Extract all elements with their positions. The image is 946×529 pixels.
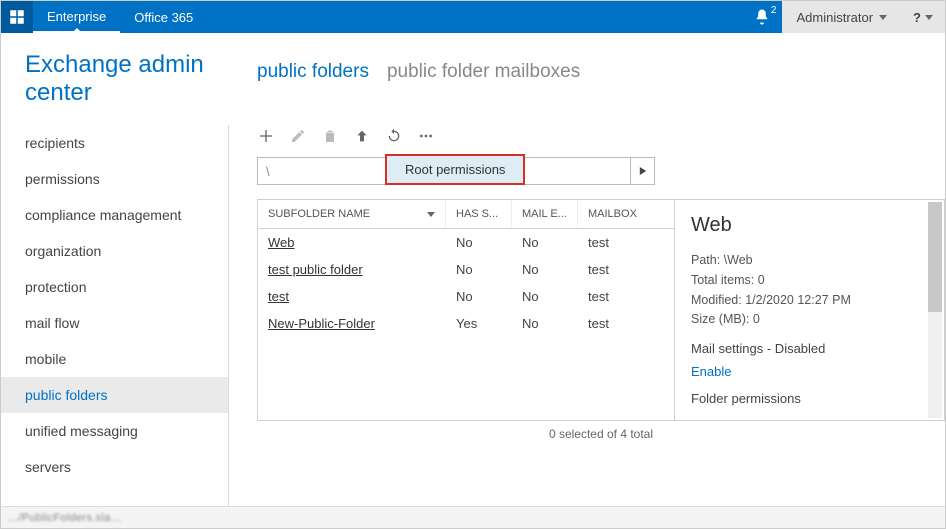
trash-icon	[322, 128, 338, 144]
delete-button[interactable]	[321, 127, 339, 145]
details-title: Web	[691, 214, 928, 237]
sidebar-item-protection[interactable]: protection	[1, 269, 228, 305]
details-pane: Web Path: \Web Total items: 0 Modified: …	[674, 200, 944, 420]
up-button[interactable]	[353, 127, 371, 145]
root-permissions-tooltip[interactable]: Root permissions	[385, 154, 525, 185]
notification-count: 2	[771, 5, 777, 16]
tab-mailboxes[interactable]: public folder mailboxes	[387, 61, 580, 83]
folder-link[interactable]: New-Public-Folder	[268, 316, 375, 331]
sidebar-item-mailflow[interactable]: mail flow	[1, 305, 228, 341]
office-logo-icon[interactable]	[1, 1, 33, 33]
sidebar-item-compliance[interactable]: compliance management	[1, 197, 228, 233]
tabs: public folders public folder mailboxes	[257, 33, 945, 83]
table-row[interactable]: test public folder No No test	[258, 256, 674, 283]
topnav-office365[interactable]: Office 365	[120, 1, 207, 33]
enable-link[interactable]: Enable	[691, 364, 928, 379]
refresh-button[interactable]	[385, 127, 403, 145]
col-mail[interactable]: MAIL E...	[512, 200, 578, 228]
main: public folders public folder mailboxes \…	[229, 33, 945, 506]
table-row[interactable]: New-Public-Folder Yes No test	[258, 310, 674, 337]
details-meta: Path: \Web Total items: 0 Modified: 1/2/…	[691, 251, 928, 329]
pencil-icon	[290, 128, 306, 144]
col-mailbox[interactable]: MAILBOX	[578, 200, 668, 228]
scrollbar-thumb[interactable]	[928, 202, 942, 312]
sidebar-item-permissions[interactable]: permissions	[1, 161, 228, 197]
play-icon	[639, 166, 647, 176]
sidebar-item-mobile[interactable]: mobile	[1, 341, 228, 377]
help-menu[interactable]: ?	[901, 1, 945, 33]
chevron-down-icon	[879, 15, 887, 20]
status-bar: …/PublicFolders.sla…	[1, 506, 945, 528]
content: Exchange admin center recipients permiss…	[1, 33, 945, 506]
grid: SUBFOLDER NAME HAS S... MAIL E... MAILBO…	[258, 200, 674, 420]
more-button[interactable]	[417, 127, 435, 145]
selection-count: 0 selected of 4 total	[257, 421, 945, 447]
folder-link[interactable]: test	[268, 289, 289, 304]
path-next-button[interactable]	[630, 158, 654, 184]
sidebar: recipients permissions compliance manage…	[1, 125, 229, 506]
bell-icon	[753, 8, 771, 26]
toolbar	[257, 127, 945, 145]
sidebar-item-recipients[interactable]: recipients	[1, 125, 228, 161]
grid-body: Web No No test test public folder No No …	[258, 229, 674, 337]
add-button[interactable]	[257, 127, 275, 145]
sidebar-item-servers[interactable]: servers	[1, 449, 228, 485]
folder-link[interactable]: Web	[268, 235, 295, 250]
status-url: …/PublicFolders.sla…	[7, 512, 122, 524]
sidebar-item-publicfolders[interactable]: public folders	[1, 377, 228, 413]
topbar-right: 2 Administrator ?	[742, 1, 945, 33]
mail-settings: Mail settings - Disabled	[691, 341, 928, 356]
path-bar-wrap: \ Root permissions	[257, 157, 945, 185]
refresh-icon	[386, 128, 402, 144]
ellipsis-icon	[418, 128, 434, 144]
help-label: ?	[913, 10, 921, 25]
sort-caret-icon	[427, 212, 435, 217]
topbar-left: Enterprise Office 365	[1, 1, 207, 33]
edit-button[interactable]	[289, 127, 307, 145]
grid-header: SUBFOLDER NAME HAS S... MAIL E... MAILBO…	[258, 200, 674, 229]
left-column: Exchange admin center recipients permiss…	[1, 33, 229, 506]
col-subfolder[interactable]: SUBFOLDER NAME	[258, 200, 446, 228]
page-title: Exchange admin center	[1, 33, 229, 125]
col-has[interactable]: HAS S...	[446, 200, 512, 228]
user-menu[interactable]: Administrator	[782, 1, 901, 33]
arrow-up-icon	[354, 128, 370, 144]
tab-publicfolders[interactable]: public folders	[257, 61, 369, 83]
sidebar-item-organization[interactable]: organization	[1, 233, 228, 269]
folder-permissions-label: Folder permissions	[691, 391, 928, 406]
user-label: Administrator	[796, 10, 873, 25]
sidebar-item-unifiedmessaging[interactable]: unified messaging	[1, 413, 228, 449]
table-row[interactable]: Web No No test	[258, 229, 674, 256]
plus-icon	[258, 128, 274, 144]
folder-link[interactable]: test public folder	[268, 262, 363, 277]
top-bar: Enterprise Office 365 2 Administrator ?	[1, 1, 945, 33]
topnav-enterprise[interactable]: Enterprise	[33, 1, 120, 33]
chevron-down-icon	[925, 15, 933, 20]
grid-wrap: SUBFOLDER NAME HAS S... MAIL E... MAILBO…	[257, 199, 945, 421]
notifications-button[interactable]: 2	[742, 1, 782, 33]
table-row[interactable]: test No No test	[258, 283, 674, 310]
